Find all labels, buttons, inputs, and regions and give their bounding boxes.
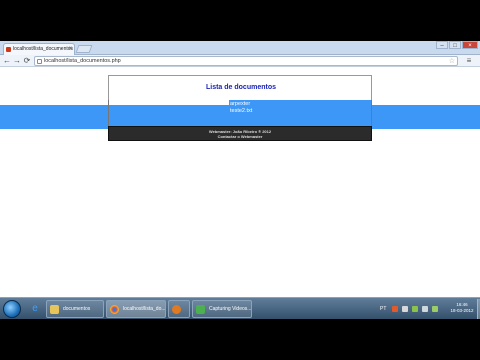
- internet-explorer-icon[interactable]: e: [25, 300, 45, 318]
- volume-icon[interactable]: [422, 306, 428, 312]
- system-clock[interactable]: 16:46 18-03-2012: [448, 302, 476, 314]
- new-tab-button[interactable]: [75, 45, 93, 53]
- taskbar-label: localhost/lista_do...: [123, 306, 166, 312]
- forward-button[interactable]: →: [12, 56, 22, 66]
- document-link[interactable]: arpexter: [230, 101, 250, 107]
- back-button[interactable]: ←: [2, 56, 12, 66]
- camtasia-icon: [196, 305, 205, 314]
- taskbar-button-media[interactable]: [168, 300, 190, 318]
- wrench-menu-icon[interactable]: ≡: [463, 56, 475, 66]
- folder-icon: [50, 305, 59, 314]
- tray-flag-icon[interactable]: [402, 306, 408, 312]
- browser-toolbar: ← → ⟳ localhost/lista_documentos.php ☆ ≡: [0, 55, 480, 67]
- taskbar-button-explorer[interactable]: documentos: [46, 300, 104, 318]
- clock-date: 18-03-2012: [450, 308, 474, 313]
- letterbox-top: [0, 0, 480, 41]
- address-url: localhost/lista_documentos.php: [44, 58, 121, 64]
- chrome-icon: [110, 305, 119, 314]
- contact-webmaster-link[interactable]: Contactar o Webmaster: [109, 134, 371, 139]
- browser-tab[interactable]: localhost/lista_documentos ×: [3, 43, 75, 55]
- document-link[interactable]: teste2.txt: [230, 108, 252, 114]
- start-button[interactable]: [3, 300, 21, 318]
- close-window-button[interactable]: ×: [462, 41, 478, 49]
- tab-title: localhost/lista_documentos: [13, 46, 74, 52]
- taskbar-button-capture[interactable]: Capturing Videos...: [192, 300, 252, 318]
- bookmark-star-icon[interactable]: ☆: [449, 57, 455, 65]
- media-player-icon: [172, 305, 181, 314]
- taskbar-label: documentos: [63, 306, 91, 312]
- reload-button[interactable]: ⟳: [22, 56, 32, 66]
- letterbox-bottom: [0, 319, 480, 360]
- taskbar-button-chrome[interactable]: localhost/lista_do...: [106, 300, 166, 318]
- document-list: arpexter teste2.txt: [108, 100, 372, 128]
- page-icon: [37, 59, 42, 64]
- tab-close-icon[interactable]: ×: [68, 44, 72, 55]
- panel-header: Lista de documentos: [108, 75, 372, 101]
- screen: localhost/lista_documentos × – □ × ← → ⟳…: [0, 41, 480, 319]
- taskbar-label: Capturing Videos...: [209, 306, 252, 312]
- page-favicon-icon: [6, 47, 11, 52]
- address-bar[interactable]: localhost/lista_documentos.php ☆: [34, 56, 458, 66]
- clock-time: 16:46: [456, 302, 468, 307]
- battery-icon[interactable]: [432, 306, 438, 312]
- system-tray: PT: [376, 300, 448, 318]
- browser-tabstrip: localhost/lista_documentos × – □ ×: [0, 41, 480, 55]
- page-title: Lista de documentos: [205, 84, 276, 91]
- maximize-button[interactable]: □: [449, 41, 461, 49]
- minimize-button[interactable]: –: [436, 41, 448, 49]
- documents-panel: Lista de documentos arpexter teste2.txt …: [108, 75, 372, 175]
- tray-app-icon[interactable]: [392, 306, 398, 312]
- page-footer: Webmaster: João Ribeiro ® 2012 Contactar…: [108, 126, 372, 141]
- language-indicator[interactable]: PT: [380, 300, 386, 318]
- windows-taskbar: e documentos localhost/lista_do... Captu…: [0, 297, 480, 319]
- window-controls: – □ ×: [436, 41, 478, 51]
- network-icon[interactable]: [412, 306, 418, 312]
- list-white-strip: [109, 100, 229, 105]
